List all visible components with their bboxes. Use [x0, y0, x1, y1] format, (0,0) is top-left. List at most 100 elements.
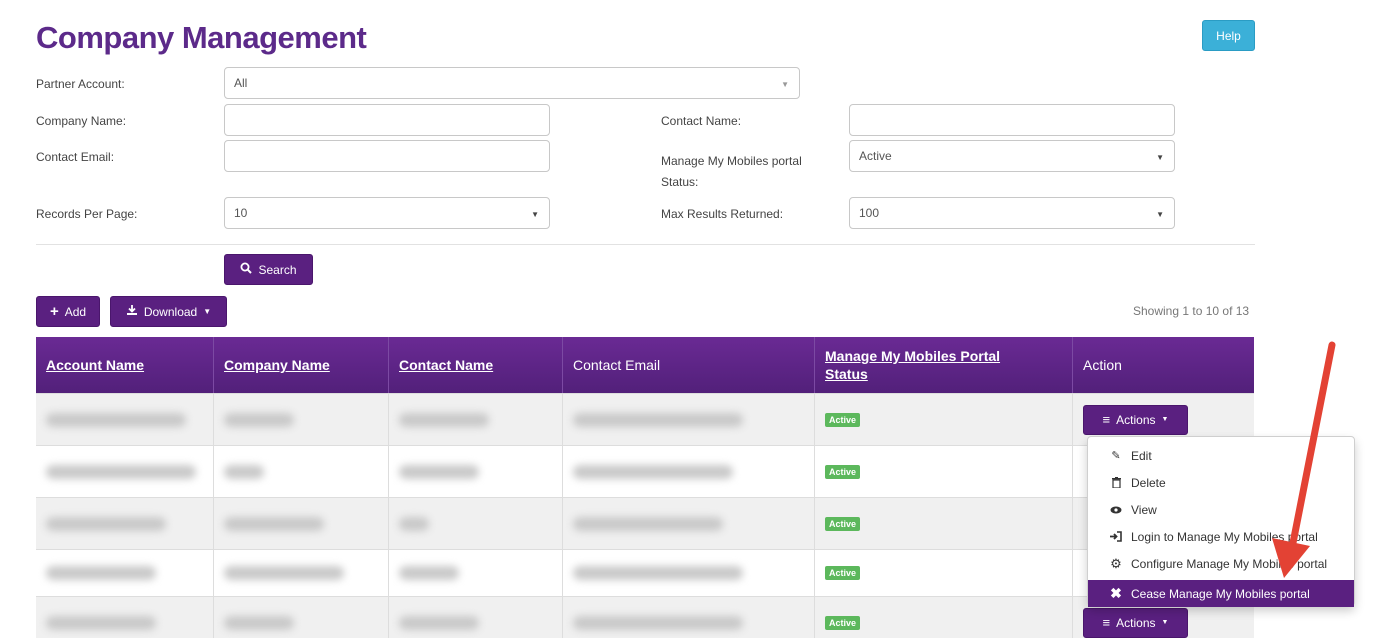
redacted-text	[224, 412, 294, 427]
portal-status-value: Active	[859, 149, 892, 163]
login-icon	[1108, 531, 1124, 542]
header-portal-status[interactable]: Manage My Mobiles Portal Status	[815, 337, 1073, 393]
portal-status-select[interactable]: Active ▼	[849, 140, 1175, 172]
bars-icon: ≡	[1102, 412, 1111, 427]
company-name-cell	[214, 446, 389, 497]
help-button[interactable]: Help	[1202, 20, 1255, 51]
company-table: Account Name Company Name Contact Name C…	[36, 337, 1254, 638]
header-account-name[interactable]: Account Name	[36, 337, 214, 393]
menu-item-label: Cease Manage My Mobiles portal	[1131, 586, 1310, 601]
redacted-text	[399, 412, 489, 427]
redacted-text	[224, 566, 344, 580]
caret-down-icon: ▼	[1161, 619, 1169, 626]
search-button[interactable]: Search	[224, 254, 313, 285]
search-icon	[240, 262, 253, 277]
contact-name-cell	[389, 394, 563, 445]
company-name-cell	[214, 498, 389, 549]
menu-item-delete[interactable]: Delete	[1088, 469, 1354, 496]
menu-item-label: Edit	[1131, 448, 1152, 463]
trash-icon	[1108, 477, 1124, 488]
actions-button[interactable]: ≡ Actions ▼	[1083, 607, 1188, 638]
times-icon: ✖	[1110, 585, 1122, 601]
header-portal-status-line2: Status	[825, 366, 868, 382]
portal-status-label-line2: Status:	[661, 175, 699, 189]
table-row[interactable]: Active	[36, 549, 1254, 596]
bars-icon: ≡	[1102, 615, 1111, 630]
company-name-input[interactable]	[224, 104, 550, 136]
header-portal-status-line1: Manage My Mobiles Portal	[825, 348, 1001, 364]
contact-name-input[interactable]	[849, 104, 1175, 136]
menu-item-login-portal[interactable]: Login to Manage My Mobiles portal	[1088, 523, 1354, 550]
caret-down-icon: ▼	[1161, 416, 1169, 423]
contact-email-label: Contact Email:	[36, 150, 115, 164]
eye-icon	[1108, 506, 1124, 514]
status-badge: Active	[825, 412, 861, 427]
account-name-cell	[36, 597, 214, 638]
redacted-text	[46, 566, 156, 580]
status-cell: Active	[815, 597, 1073, 638]
table-row[interactable]: Active ≡ Actions ▼	[36, 596, 1254, 638]
page-title: Company Management	[36, 20, 367, 55]
company-name-label: Company Name:	[36, 114, 127, 128]
divider	[36, 244, 1255, 245]
contact-email-cell	[563, 498, 815, 549]
contact-email-cell	[563, 446, 815, 497]
caret-down-icon: ▼	[1156, 210, 1164, 219]
contact-name-cell	[389, 597, 563, 638]
menu-item-configure-portal[interactable]: ⚙ Configure Manage My Mobiles portal	[1088, 550, 1354, 577]
redacted-text	[573, 566, 743, 580]
menu-item-cease-portal[interactable]: ✖ Cease Manage My Mobiles portal	[1088, 580, 1354, 607]
partner-account-label: Partner Account:	[36, 77, 125, 91]
status-badge: Active	[825, 464, 861, 479]
menu-item-label: Login to Manage My Mobiles portal	[1131, 529, 1318, 544]
header-contact-name[interactable]: Contact Name	[389, 337, 563, 393]
max-results-value: 100	[859, 206, 880, 220]
redacted-text	[46, 615, 156, 630]
redacted-text	[399, 464, 479, 479]
contact-email-cell	[563, 394, 815, 445]
menu-item-label: Configure Manage My Mobiles portal	[1131, 556, 1328, 571]
actions-button-label: Actions	[1116, 615, 1156, 630]
table-row[interactable]: Active	[36, 445, 1254, 497]
caret-down-icon: ▼	[531, 210, 539, 219]
menu-item-view[interactable]: View	[1088, 496, 1354, 523]
add-button[interactable]: + Add	[36, 296, 100, 327]
status-cell: Active	[815, 498, 1073, 549]
plus-icon: +	[49, 303, 59, 320]
table-row[interactable]: Active ≡ Actions ▼	[36, 393, 1254, 445]
redacted-text	[573, 412, 743, 427]
redacted-text	[399, 516, 429, 531]
redacted-text	[573, 615, 743, 630]
redacted-text	[399, 615, 479, 630]
company-name-cell	[214, 597, 389, 638]
menu-item-edit[interactable]: ✎ Edit	[1088, 442, 1354, 469]
redacted-text	[46, 464, 196, 479]
status-cell: Active	[815, 394, 1073, 445]
records-per-page-label: Records Per Page:	[36, 207, 138, 221]
portal-status-label-line1: Manage My Mobiles portal	[661, 154, 802, 168]
account-name-cell	[36, 498, 214, 549]
status-cell: Active	[815, 446, 1073, 497]
actions-button[interactable]: ≡ Actions ▼	[1083, 404, 1188, 435]
cog-icon: ⚙	[1110, 555, 1122, 571]
actions-button-label: Actions	[1116, 412, 1156, 427]
redacted-text	[224, 615, 294, 630]
header-company-name[interactable]: Company Name	[214, 337, 389, 393]
header-contact-email: Contact Email	[563, 337, 815, 393]
table-row[interactable]: Active	[36, 497, 1254, 549]
table-header: Account Name Company Name Contact Name C…	[36, 337, 1254, 393]
pencil-icon: ✎	[1111, 450, 1121, 462]
contact-name-label: Contact Name:	[661, 114, 742, 128]
redacted-text	[46, 516, 166, 531]
max-results-select[interactable]: 100 ▼	[849, 197, 1175, 229]
records-per-page-select[interactable]: 10 ▼	[224, 197, 550, 229]
partner-account-select[interactable]: All ▼	[224, 67, 800, 99]
contact-name-cell	[389, 550, 563, 596]
actions-dropdown-menu: ✎ Edit Delete View Login to Manage My Mo…	[1087, 436, 1355, 607]
contact-name-cell	[389, 498, 563, 549]
max-results-label: Max Results Returned:	[661, 207, 784, 221]
redacted-text	[46, 412, 186, 427]
status-badge: Active	[825, 516, 861, 531]
contact-email-input[interactable]	[224, 140, 550, 172]
download-button[interactable]: Download ▼	[110, 296, 227, 327]
